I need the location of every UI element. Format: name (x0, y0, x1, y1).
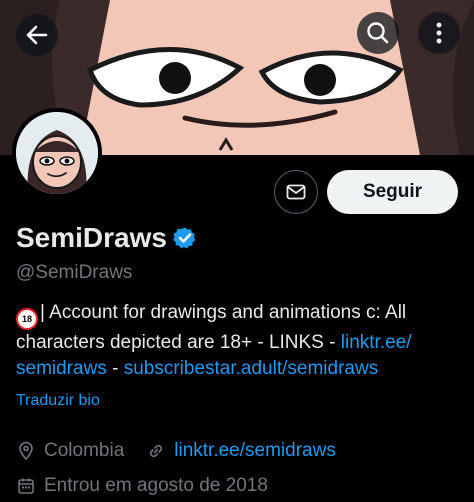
profile-bio: 18 | Account for drawings and animations … (16, 300, 456, 382)
envelope-icon (286, 184, 306, 200)
website-link[interactable]: linktr.ee/semidraws (174, 440, 336, 462)
location-text: Colombia (44, 440, 125, 461)
location-pin-icon (19, 441, 33, 461)
joined-date: Entrou em agosto de 2018 (44, 475, 268, 496)
search-icon (367, 22, 389, 44)
bio-link-subscribestar[interactable]: subscribestar.adult/semidraws (124, 358, 379, 379)
profile-name-row: SemiDraws (16, 222, 197, 254)
calendar-icon (18, 478, 34, 494)
back-arrow-icon (26, 25, 48, 45)
profile-meta-row: Colombia linktr.ee/semidraws (16, 440, 336, 462)
search-button[interactable] (357, 12, 399, 54)
more-vertical-icon (436, 22, 442, 44)
avatar-illustration (16, 112, 98, 194)
translate-bio-link[interactable]: Traduzir bio (16, 392, 100, 410)
joined-row: Entrou em agosto de 2018 (16, 475, 268, 497)
bio-separator: - (106, 358, 124, 379)
eighteen-plus-icon: 18 (16, 308, 38, 330)
link-icon (150, 444, 163, 458)
back-button[interactable] (16, 14, 58, 56)
display-name: SemiDraws (16, 222, 167, 253)
profile-handle: @SemiDraws (16, 262, 133, 283)
more-options-button[interactable] (418, 12, 460, 54)
verified-badge-icon[interactable] (173, 226, 197, 250)
message-button[interactable] (274, 170, 318, 214)
follow-button[interactable]: Seguir (327, 170, 458, 214)
avatar[interactable] (12, 108, 102, 198)
